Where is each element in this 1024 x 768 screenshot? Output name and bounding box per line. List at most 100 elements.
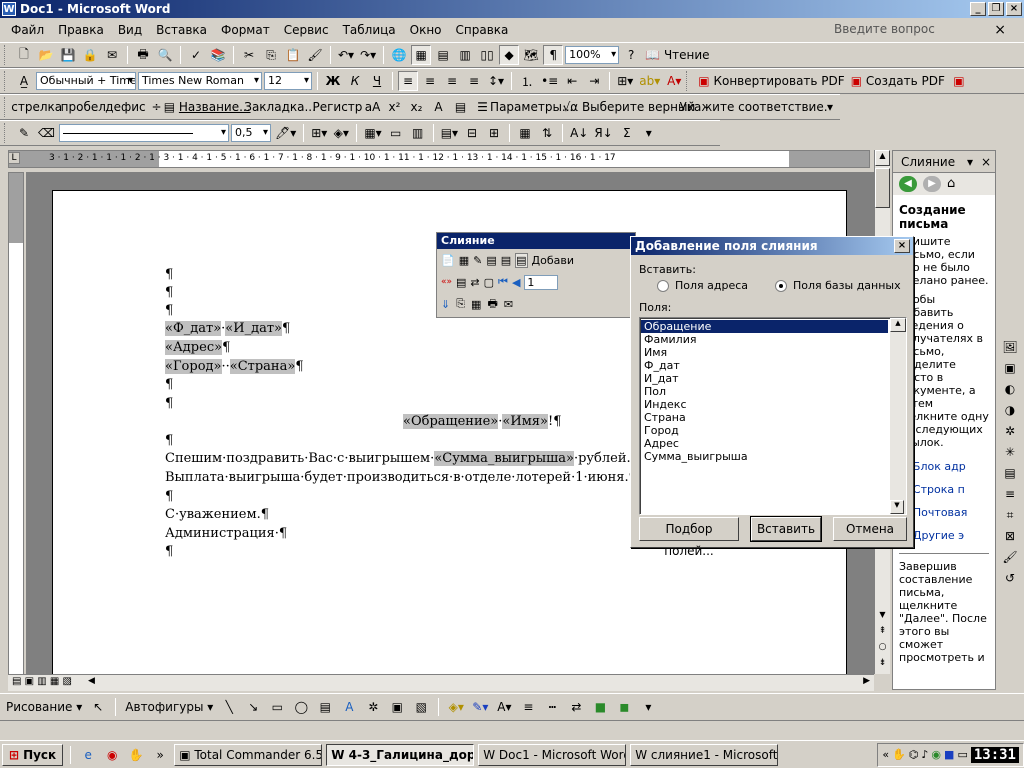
parameters-button[interactable]: Параметры...: [490, 97, 573, 117]
italic-button[interactable]: К: [345, 71, 365, 91]
scroll-up-icon[interactable]: ▲: [875, 150, 890, 166]
drawing-icon[interactable]: ◆: [499, 45, 520, 65]
text-direction-icon[interactable]: ⇅: [537, 123, 557, 143]
new-document-icon[interactable]: 🗋: [14, 45, 34, 65]
lines-icon[interactable]: ≡: [1001, 487, 1019, 505]
sort-desc-icon[interactable]: Я↓: [592, 123, 614, 143]
menu-help[interactable]: Справка: [449, 23, 516, 37]
radio-database-icon[interactable]: [775, 280, 787, 292]
subscript-icon[interactable]: x₂: [407, 97, 427, 117]
dash-style-icon[interactable]: ┅: [542, 697, 562, 717]
insert-address-icon[interactable]: ▤: [486, 254, 496, 267]
task-doc-galitsina[interactable]: W 4-3_Галицина_дор...: [326, 743, 475, 766]
merge-field-f-dat[interactable]: «Ф_дат»: [165, 321, 222, 336]
reset-icon[interactable]: ↺: [1001, 571, 1019, 589]
main-document-icon[interactable]: 📄: [441, 254, 455, 267]
scroll-right-icon[interactable]: ▶: [863, 676, 870, 686]
clipart-icon[interactable]: ▣: [387, 697, 407, 717]
arrow-button[interactable]: стрелка: [11, 97, 62, 117]
toolbar-options-icon[interactable]: ▾: [639, 123, 659, 143]
prev-record-icon[interactable]: ◀: [512, 276, 520, 289]
insert-table-icon[interactable]: ▦▾: [362, 123, 383, 143]
split-cells-icon[interactable]: ▥: [408, 123, 428, 143]
picture-icon[interactable]: ▣: [1001, 361, 1019, 379]
font-color-icon[interactable]: A▾: [664, 71, 684, 91]
draw-table-icon[interactable]: ✎: [14, 123, 34, 143]
superscript-icon[interactable]: x²: [385, 97, 405, 117]
tray-volume-icon[interactable]: ♪: [921, 748, 928, 761]
convert-pdf-button[interactable]: ▣ Конвертировать PDF: [696, 71, 846, 91]
insert-table-icon[interactable]: ▤: [433, 45, 453, 65]
field-item[interactable]: Город: [641, 424, 888, 437]
forward-icon[interactable]: ▶: [923, 176, 941, 192]
fields-listbox[interactable]: Обращение Фамилия Имя Ф_дат И_дат Пол Ин…: [639, 317, 907, 515]
align-left-icon[interactable]: ≡: [398, 71, 418, 91]
back-icon[interactable]: ◀: [899, 176, 917, 192]
autoshapes-menu[interactable]: Автофигуры ▾: [123, 697, 215, 717]
tray-expand-icon[interactable]: «: [882, 748, 889, 761]
merge-to-printer-icon[interactable]: 🖶: [487, 295, 497, 314]
scroll-left-icon[interactable]: ◀: [88, 676, 95, 686]
merge-field-salutation[interactable]: «Обращение»: [403, 414, 499, 429]
font-color-icon[interactable]: A▾: [494, 697, 514, 717]
tables-borders-icon[interactable]: ▦: [411, 45, 432, 65]
border-color-icon[interactable]: 🖊▾: [273, 123, 298, 143]
sort-asc-icon[interactable]: A↓: [568, 123, 590, 143]
arrow-icon[interactable]: ↘: [243, 697, 263, 717]
scroll-up-icon[interactable]: ▲: [890, 318, 906, 332]
select-objects-icon[interactable]: ↖: [88, 697, 108, 717]
shadow-icon[interactable]: ■: [590, 697, 610, 717]
caption-button[interactable]: ▤ Название...: [164, 97, 251, 117]
task-total-commander[interactable]: ▣ Total Commander 6.53 ...: [174, 743, 323, 766]
tray-network-icon[interactable]: ⌬: [909, 748, 919, 761]
field-item[interactable]: Фамилия: [641, 333, 888, 346]
field-item[interactable]: Пол: [641, 385, 888, 398]
menu-format[interactable]: Формат: [214, 23, 277, 37]
field-item[interactable]: Ф_дат: [641, 359, 888, 372]
document-map-icon[interactable]: 🗺: [521, 45, 541, 65]
horizontal-scrollbar[interactable]: ▤ ▣ ▥ ▦ ▧ ◀ ▶: [8, 674, 874, 691]
field-item[interactable]: Индекс: [641, 398, 888, 411]
tab-selector-icon[interactable]: L: [8, 152, 20, 164]
styles-icon[interactable]: A̲: [14, 71, 34, 91]
doc-close-icon[interactable]: ×: [994, 22, 1006, 38]
match-fields-button[interactable]: Подбор полей...: [639, 517, 739, 558]
match-fields-icon[interactable]: ⇄: [470, 276, 479, 289]
research-icon[interactable]: 📚: [208, 45, 228, 65]
insert-greeting-icon[interactable]: ▤: [501, 254, 511, 267]
propagate-icon[interactable]: ▢: [484, 276, 494, 289]
style-combo[interactable]: Обычный + Time: [36, 72, 136, 90]
asterisk-icon[interactable]: ✳: [1001, 445, 1019, 463]
radio-address-icon[interactable]: [657, 280, 669, 292]
tray-lang-icon[interactable]: ■: [944, 748, 954, 761]
print-preview-icon[interactable]: 🔍: [155, 45, 175, 65]
view-merged-icon[interactable]: «»: [441, 277, 452, 287]
minimize-button[interactable]: _: [970, 2, 986, 16]
toolbar-options-icon[interactable]: ▾: [638, 697, 658, 717]
insert-fields-icon[interactable]: ▤: [515, 252, 528, 268]
ask-question-input[interactable]: Введите вопрос: [834, 22, 984, 38]
field-item[interactable]: Имя: [641, 346, 888, 359]
distribute-cols-icon[interactable]: ⊞: [484, 123, 504, 143]
open-source-icon[interactable]: ▦: [459, 254, 469, 267]
start-button[interactable]: ⊞ Пуск: [2, 743, 64, 766]
choose-correct-button[interactable]: √α Выберите верный: [563, 97, 696, 117]
line-style-icon[interactable]: ≡: [518, 697, 538, 717]
find-entry-icon[interactable]: ⇓: [441, 298, 450, 311]
insert-excel-icon[interactable]: ▥: [455, 45, 475, 65]
case-button[interactable]: Регистр: [312, 97, 362, 117]
field-item[interactable]: Адрес: [641, 437, 888, 450]
columns-icon[interactable]: ▯▯: [477, 45, 497, 65]
match-button[interactable]: Укажите соответствие.: [679, 97, 827, 117]
record-number-input[interactable]: 1: [524, 274, 559, 290]
insert-button[interactable]: Вставить: [750, 516, 822, 542]
decrease-indent-icon[interactable]: ⇤: [562, 71, 582, 91]
quicklaunch-more-icon[interactable]: »: [150, 745, 170, 765]
arrow-style-icon[interactable]: ⇄: [566, 697, 586, 717]
picture-icon[interactable]: ▧: [411, 697, 431, 717]
case-icon[interactable]: aA: [363, 97, 383, 117]
highlight-fields-icon[interactable]: ▤: [456, 276, 466, 289]
menu-edit[interactable]: Правка: [51, 23, 111, 37]
circle-icon[interactable]: ◑: [1001, 403, 1019, 421]
task-sliyanie[interactable]: W слияние1 - Microsoft ...: [630, 743, 779, 766]
